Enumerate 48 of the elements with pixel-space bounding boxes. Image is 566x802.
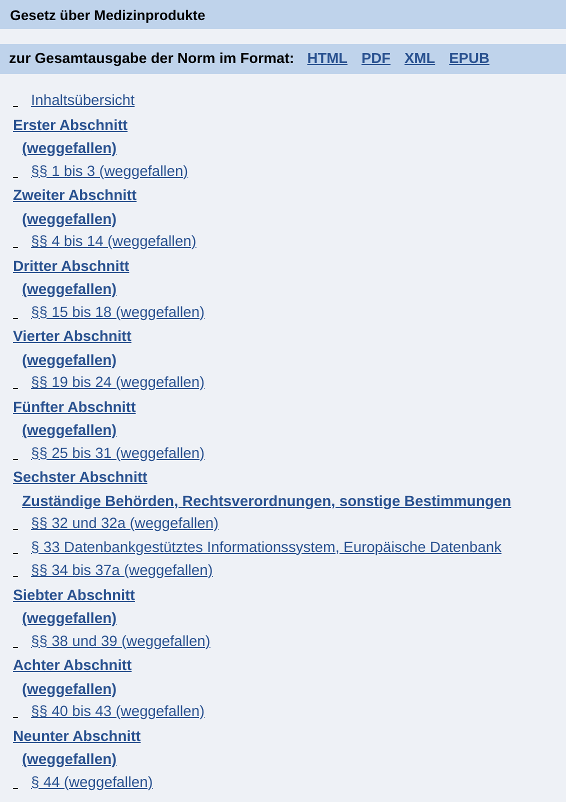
dash-icon (13, 529, 18, 530)
section-title-link[interactable]: (weggefallen) (22, 752, 117, 768)
section-title-link[interactable]: Zuständige Behörden, Rechtsverordnungen, sonstige Bestimmungen (22, 494, 512, 510)
dash-icon (13, 318, 18, 319)
section-title-link[interactable]: (weggefallen) (22, 212, 117, 228)
section-heading-link[interactable]: Siebter Abschnitt (13, 588, 135, 604)
format-label: zur Gesamtausgabe der Norm im Format: (9, 51, 294, 67)
toc-link[interactable]: §§ 40 bis 43 (weggefallen) (31, 701, 205, 724)
toc-link[interactable]: §§ 1 bis 3 (weggefallen) (31, 160, 188, 184)
dash-icon (13, 788, 18, 789)
dash-icon (13, 458, 18, 460)
section-heading-link[interactable]: Dritter Abschnitt (13, 258, 130, 274)
toc-link[interactable]: §§ 32 und 32a (weggefallen) (31, 513, 219, 536)
toc-link[interactable]: § 33 Datenbankgestütztes Informationssystem, Europäische Datenbank (31, 536, 502, 560)
section-title-link[interactable]: (weggefallen) (22, 682, 117, 698)
section-title-link[interactable]: (weggefallen) (22, 611, 117, 627)
format-link[interactable]: PDF (362, 51, 391, 67)
page-title: Gesetz über Medizinprodukte (10, 6, 206, 22)
section-heading-link[interactable]: Zweiter Abschnitt (13, 188, 137, 204)
format-link[interactable]: EPUB (449, 51, 490, 67)
toc-link[interactable]: §§ 19 bis 24 (weggefallen) (31, 372, 205, 396)
toc-link[interactable]: § 44 (weggefallen) (31, 772, 153, 795)
section-heading-link[interactable]: Neunter Abschnitt (13, 728, 141, 744)
dash-icon (13, 576, 18, 578)
toc-link[interactable]: §§ 25 bis 31 (weggefallen) (31, 442, 205, 466)
toc-link[interactable]: §§ 4 bis 14 (weggefallen) (31, 231, 196, 254)
dash-icon (13, 247, 18, 248)
section-title-link[interactable]: (weggefallen) (22, 282, 117, 298)
toc-link[interactable]: §§ 34 bis 37a (weggefallen) (31, 560, 213, 584)
dash-icon (13, 176, 18, 178)
dash-icon (13, 646, 18, 648)
section-heading-link[interactable]: Vierter Abschnitt (13, 329, 132, 345)
section-heading-link[interactable]: Sechster Abschnitt (13, 470, 148, 486)
toc-link[interactable]: §§ 38 und 39 (weggefallen) (31, 630, 210, 654)
format-link[interactable]: HTML (307, 51, 348, 67)
section-title-link[interactable]: (weggefallen) (22, 352, 117, 368)
dash-icon (13, 717, 18, 718)
dash-icon (13, 106, 18, 108)
section-heading-link[interactable]: Erster Abschnitt (13, 118, 128, 134)
section-heading-link[interactable]: Fünfter Abschnitt (13, 400, 136, 416)
dash-icon (13, 388, 18, 390)
section-title-link[interactable]: (weggefallen) (22, 423, 117, 439)
section-heading-link[interactable]: Achter Abschnitt (13, 658, 132, 674)
toc-link[interactable]: Inhaltsübersicht (31, 90, 135, 114)
dash-icon (13, 552, 18, 554)
section-title-link[interactable]: (weggefallen) (22, 141, 117, 157)
format-link[interactable]: XML (404, 51, 436, 67)
toc-link[interactable]: §§ 15 bis 18 (weggefallen) (31, 302, 205, 325)
